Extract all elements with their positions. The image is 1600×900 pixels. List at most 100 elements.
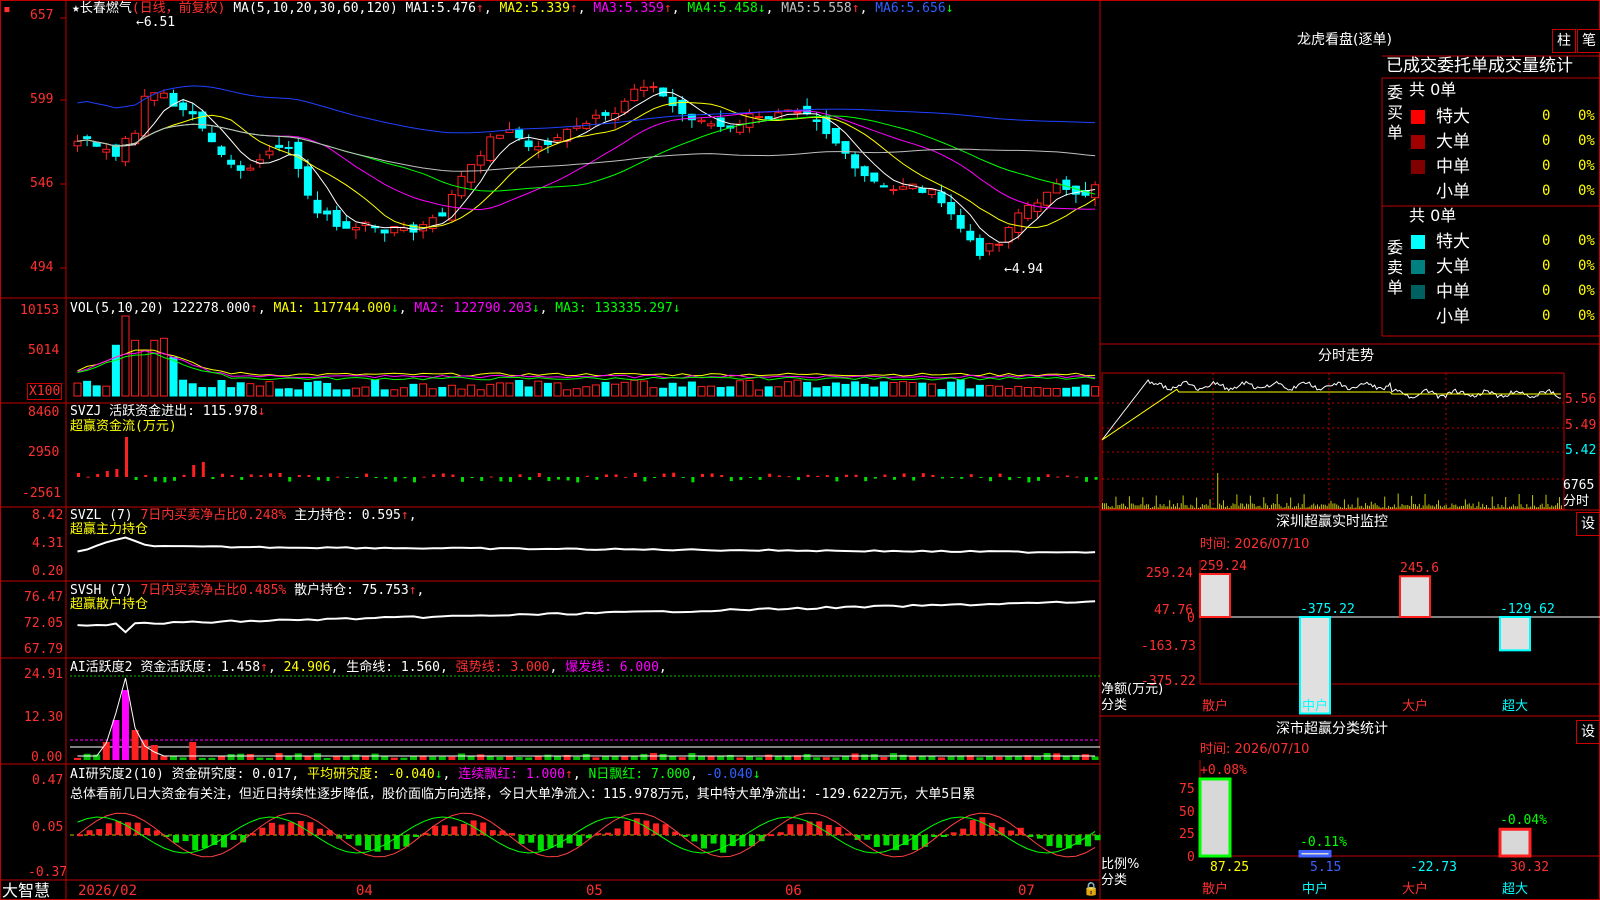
szcls-y-label: 75 [1179, 782, 1195, 797]
fund-flow-bar [854, 474, 858, 477]
volume-bar [639, 380, 648, 397]
candle-body [467, 164, 476, 183]
research-bar [326, 830, 333, 835]
szcls-value-label: 30.32 [1510, 860, 1550, 875]
fund-flow-bar [163, 477, 167, 483]
fund-flow-bar [633, 472, 637, 477]
fund-flow-bar [989, 477, 992, 482]
fund-flow-bar [931, 474, 935, 477]
candle-body [323, 210, 332, 215]
research-bar [720, 835, 727, 853]
minute-price-label: 5.42 [1565, 443, 1597, 458]
activity-bar [294, 753, 302, 760]
sell-row-percent: 0% [1578, 283, 1595, 299]
volume-bar [563, 389, 572, 397]
volume-bar [774, 386, 783, 397]
buy-row-name: 特大 [1436, 107, 1470, 127]
candle-body [889, 189, 898, 192]
minute-vol-bar [1280, 506, 1282, 509]
cycle-label[interactable]: (日线，前复权) [132, 1, 226, 16]
minute-vol-bar [1151, 507, 1153, 509]
svsh-label: SVSH (7) [70, 583, 133, 598]
fund-flow-bar [797, 477, 800, 481]
candle-body [851, 154, 860, 169]
research-bar [691, 835, 698, 842]
minute-vol-bar [1359, 506, 1361, 509]
svsh-ratio: 7日内买卖净占比0.485% [140, 583, 287, 598]
candle-body [966, 230, 975, 241]
minute-vol-bar [1466, 504, 1468, 509]
research-bar [173, 835, 179, 843]
x-tick-label: 05 [586, 883, 603, 899]
star-icon[interactable]: ★ [72, 1, 80, 16]
main-chart-canvas[interactable] [0, 0, 1600, 900]
fund-flow-bar [710, 473, 714, 477]
szcls-change-label: +0.08% [1200, 763, 1247, 778]
minute-vol-bar [1263, 497, 1265, 509]
minute-vol-bar [1184, 504, 1186, 509]
szcls-settings-button[interactable]: 设 [1576, 720, 1600, 744]
sell-row-count: 0 [1542, 233, 1551, 249]
activity-bar [467, 755, 475, 760]
ma5-key: MA5: [781, 1, 813, 16]
szmon-bar [1399, 575, 1431, 618]
research-bar [86, 830, 93, 835]
research-bar [835, 827, 842, 835]
vol-ma1: MA1: 117744.000 [273, 301, 391, 316]
szmon-bar [1499, 616, 1531, 652]
activity-bar [381, 756, 389, 760]
svzl-y-label: 8.42 [32, 508, 64, 523]
lock-icon[interactable]: 🔒 [1083, 882, 1099, 897]
minute-vol-bar [1472, 503, 1474, 509]
fund-flow-bar [355, 477, 359, 478]
szmon-category-label: 大户 [1402, 699, 1429, 714]
minute-vol-bar [1351, 504, 1353, 509]
activity-bar [736, 757, 744, 760]
minute-vol-bar [1146, 504, 1148, 509]
ma1-value: 5.476 [436, 1, 476, 16]
research-bar [345, 835, 352, 839]
minute-vol-bar [1516, 506, 1518, 509]
minute-vol-bar [1501, 505, 1503, 509]
minute-vol-bar [1292, 507, 1294, 509]
tab-tick[interactable]: 笔 [1577, 29, 1600, 53]
activity-bar [918, 756, 926, 760]
minute-vol-bar [1294, 506, 1295, 509]
volume-bar [697, 386, 706, 397]
szcls-category-label: 大户 [1402, 882, 1429, 897]
buy-swatch [1411, 135, 1425, 149]
candle-body [159, 92, 168, 99]
candle-body [591, 114, 600, 119]
menu-icon[interactable]: ▪ [3, 2, 11, 17]
volume-bar [255, 385, 264, 397]
minute-vol-bar [1420, 507, 1422, 509]
minute-vol-bar [1353, 507, 1355, 509]
fund-flow-bar [105, 471, 109, 477]
minute-vol-bar [1447, 507, 1449, 509]
research-bar [662, 824, 669, 835]
minute-vol-bar [1510, 506, 1512, 509]
fund-flow-bar [585, 475, 589, 477]
volume-bar [342, 389, 351, 397]
research-bar [230, 835, 237, 840]
candle-body [927, 189, 936, 196]
fund-flow-bar [912, 477, 916, 481]
sell-row-name: 小单 [1436, 307, 1470, 327]
szmon-settings-button[interactable]: 设 [1576, 512, 1600, 536]
research-bar [489, 830, 496, 835]
szmon-bar-label: 245.6 [1400, 561, 1440, 577]
minute-vol-bar [1180, 503, 1182, 509]
fund-flow-bar [902, 473, 906, 477]
svsh-value: 散户持仓: 75.753 [294, 583, 409, 598]
fund-flow-bar [701, 473, 704, 477]
volume-bar [131, 339, 140, 397]
activity-bar [544, 754, 552, 760]
activity-bar [208, 757, 216, 760]
minute-vol-bar [1534, 505, 1535, 509]
activity-bar [246, 753, 254, 760]
svsh-y-label: 72.05 [24, 616, 64, 631]
volume-bar [1052, 388, 1061, 397]
szcls-bar [1298, 849, 1332, 858]
tab-bar[interactable]: 柱 [1552, 29, 1576, 53]
vol-unit[interactable]: X100 [27, 383, 63, 400]
